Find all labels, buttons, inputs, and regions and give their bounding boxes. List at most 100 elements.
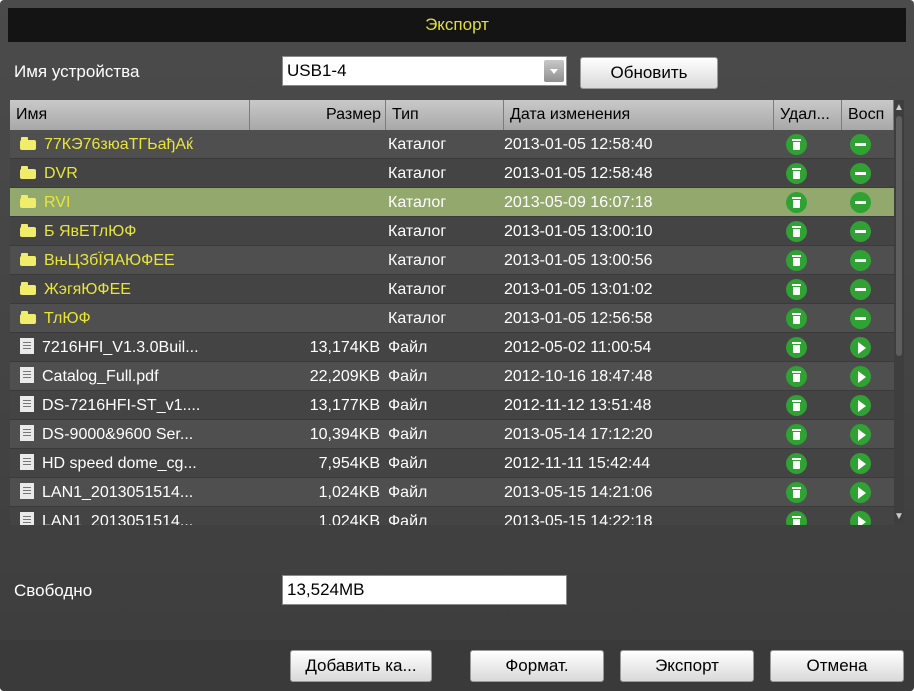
export-button[interactable]: Экспорт bbox=[620, 650, 754, 682]
minus-icon[interactable] bbox=[850, 221, 871, 242]
delete-icon[interactable] bbox=[786, 250, 807, 271]
row-date: 2012-10-16 18:47:48 bbox=[504, 368, 653, 385]
minus-icon[interactable] bbox=[850, 192, 871, 213]
row-type: Каталог bbox=[388, 136, 447, 153]
delete-icon[interactable] bbox=[786, 134, 807, 155]
add-folder-button[interactable]: Добавить ка... bbox=[290, 650, 432, 682]
folder-icon bbox=[20, 194, 36, 208]
row-size: 1,024KB bbox=[318, 484, 380, 501]
column-header-play[interactable]: Восп bbox=[842, 100, 894, 130]
delete-icon[interactable] bbox=[786, 453, 807, 474]
table-row[interactable]: DS-7216HFI-ST_v1.... 13,177KB Файл 2012-11-… bbox=[10, 391, 894, 420]
table-row[interactable]: 7216HFI_V1.3.0Buil... 13,174KB Файл 2012-05… bbox=[10, 333, 894, 362]
row-size: 10,394KB bbox=[309, 426, 380, 443]
delete-icon[interactable] bbox=[786, 366, 807, 387]
row-date: 2013-01-05 13:01:02 bbox=[504, 281, 653, 298]
play-icon[interactable] bbox=[850, 482, 871, 503]
scroll-thumb[interactable] bbox=[896, 116, 902, 356]
table-row[interactable]: 77КЭ76зюаТГЬађАќ Каталог 2013-01-05 12:58:… bbox=[10, 130, 894, 159]
delete-icon[interactable] bbox=[786, 163, 807, 184]
vertical-scrollbar[interactable]: ▲ ▼ bbox=[894, 100, 904, 525]
table-row[interactable]: ВњЦЗбЇЯАЮФЕЕ Каталог 2013-01-05 13:00:56 bbox=[10, 246, 894, 275]
scroll-up-icon[interactable]: ▲ bbox=[894, 102, 904, 114]
row-date: 2013-01-05 12:58:40 bbox=[504, 136, 653, 153]
file-table: Имя Размер Тип Дата изменения Удал... Во… bbox=[10, 100, 904, 525]
table-row[interactable]: LAN1_2013051514... 1,024KB Файл 2013-05-15 … bbox=[10, 478, 894, 507]
scroll-down-icon[interactable]: ▼ bbox=[894, 511, 904, 523]
row-date: 2013-05-15 14:21:06 bbox=[504, 484, 653, 501]
table-row[interactable]: ТлЮФ Каталог 2013-01-05 12:56:58 bbox=[10, 304, 894, 333]
play-icon[interactable] bbox=[850, 453, 871, 474]
row-date: 2012-05-02 11:00:54 bbox=[504, 339, 652, 356]
column-header-size[interactable]: Размер bbox=[250, 100, 386, 130]
play-icon[interactable] bbox=[850, 337, 871, 358]
row-date: 2013-05-14 17:12:20 bbox=[504, 426, 653, 443]
minus-icon[interactable] bbox=[850, 163, 871, 184]
row-date: 2013-01-05 13:00:56 bbox=[504, 252, 653, 269]
table-body: 77КЭ76зюаТГЬађАќ Каталог 2013-01-05 12:58:… bbox=[10, 130, 894, 525]
minus-icon[interactable] bbox=[850, 250, 871, 271]
row-date: 2013-01-05 12:58:48 bbox=[504, 165, 653, 182]
row-name: 7216HFI_V1.3.0Buil... bbox=[42, 339, 199, 356]
play-icon[interactable] bbox=[850, 395, 871, 416]
delete-icon[interactable] bbox=[786, 511, 807, 525]
column-header-delete[interactable]: Удал... bbox=[774, 100, 842, 130]
folder-icon bbox=[20, 252, 36, 266]
row-name: LAN1_2013051514... bbox=[42, 513, 194, 525]
table-row[interactable]: Б ЯвЕТлЮФ Каталог 2013-01-05 13:00:10 bbox=[10, 217, 894, 246]
table-header: Имя Размер Тип Дата изменения Удал... Во… bbox=[10, 100, 894, 130]
column-header-type[interactable]: Тип bbox=[386, 100, 504, 130]
row-name-cell: Б ЯвЕТлЮФ bbox=[20, 217, 270, 246]
delete-icon[interactable] bbox=[786, 337, 807, 358]
file-icon bbox=[20, 396, 34, 413]
row-name: Б ЯвЕТлЮФ bbox=[44, 223, 137, 240]
row-type: Каталог bbox=[388, 281, 447, 298]
row-type: Файл bbox=[388, 513, 428, 525]
delete-icon[interactable] bbox=[786, 279, 807, 300]
refresh-button[interactable]: Обновить bbox=[580, 57, 718, 89]
column-header-name[interactable]: Имя bbox=[10, 100, 250, 130]
delete-icon[interactable] bbox=[786, 192, 807, 213]
dropdown-arrow-icon[interactable] bbox=[544, 60, 564, 82]
minus-icon[interactable] bbox=[850, 134, 871, 155]
column-header-date[interactable]: Дата изменения bbox=[504, 100, 774, 130]
cancel-button[interactable]: Отмена bbox=[770, 650, 904, 682]
play-icon[interactable] bbox=[850, 511, 871, 525]
table-row[interactable]: DVR Каталог 2013-01-05 12:58:48 bbox=[10, 159, 894, 188]
play-icon[interactable] bbox=[850, 424, 871, 445]
table-row[interactable]: LAN1_2013051514... 1,024KB Файл 2013-05-15 … bbox=[10, 507, 894, 525]
table-row[interactable]: HD speed dome_cg... 7,954KB Файл 2012-11-11… bbox=[10, 449, 894, 478]
table-row[interactable]: ЖэгяЮФЕЕ Каталог 2013-01-05 13:01:02 bbox=[10, 275, 894, 304]
row-name: ЖэгяЮФЕЕ bbox=[44, 281, 131, 298]
file-icon bbox=[20, 454, 34, 471]
folder-icon bbox=[20, 310, 36, 324]
play-icon[interactable] bbox=[850, 366, 871, 387]
row-name-cell: LAN1_2013051514... bbox=[20, 478, 270, 507]
minus-icon[interactable] bbox=[850, 308, 871, 329]
export-dialog: Экспорт Имя устройства USB1-4 Обновить И… bbox=[0, 0, 914, 691]
format-button[interactable]: Формат. bbox=[470, 650, 604, 682]
row-name: 77КЭ76зюаТГЬађАќ bbox=[44, 136, 194, 153]
device-name-label: Имя устройства bbox=[14, 62, 140, 81]
folder-icon bbox=[20, 136, 36, 150]
delete-icon[interactable] bbox=[786, 308, 807, 329]
row-name-cell: Catalog_Full.pdf bbox=[20, 362, 270, 391]
file-icon bbox=[20, 367, 34, 384]
row-date: 2012-11-11 15:42:44 bbox=[504, 455, 651, 472]
row-name-cell: DVR bbox=[20, 159, 270, 188]
delete-icon[interactable] bbox=[786, 221, 807, 242]
delete-icon[interactable] bbox=[786, 424, 807, 445]
table-row[interactable]: RVI Каталог 2013-05-09 16:07:18 bbox=[10, 188, 894, 217]
table-row[interactable]: DS-9000&9600 Ser... 10,394KB Файл 2013-05-1… bbox=[10, 420, 894, 449]
row-name: Catalog_Full.pdf bbox=[42, 368, 159, 385]
row-name-cell: HD speed dome_cg... bbox=[20, 449, 270, 478]
row-date: 2013-01-05 12:56:58 bbox=[504, 310, 653, 327]
device-select[interactable]: USB1-4 bbox=[282, 56, 567, 86]
delete-icon[interactable] bbox=[786, 482, 807, 503]
row-name-cell: ТлЮФ bbox=[20, 304, 270, 333]
file-icon bbox=[20, 338, 34, 355]
delete-icon[interactable] bbox=[786, 395, 807, 416]
table-row[interactable]: Catalog_Full.pdf 22,209KB Файл 2012-10-16 1… bbox=[10, 362, 894, 391]
minus-icon[interactable] bbox=[850, 279, 871, 300]
row-size: 22,209KB bbox=[309, 368, 380, 385]
